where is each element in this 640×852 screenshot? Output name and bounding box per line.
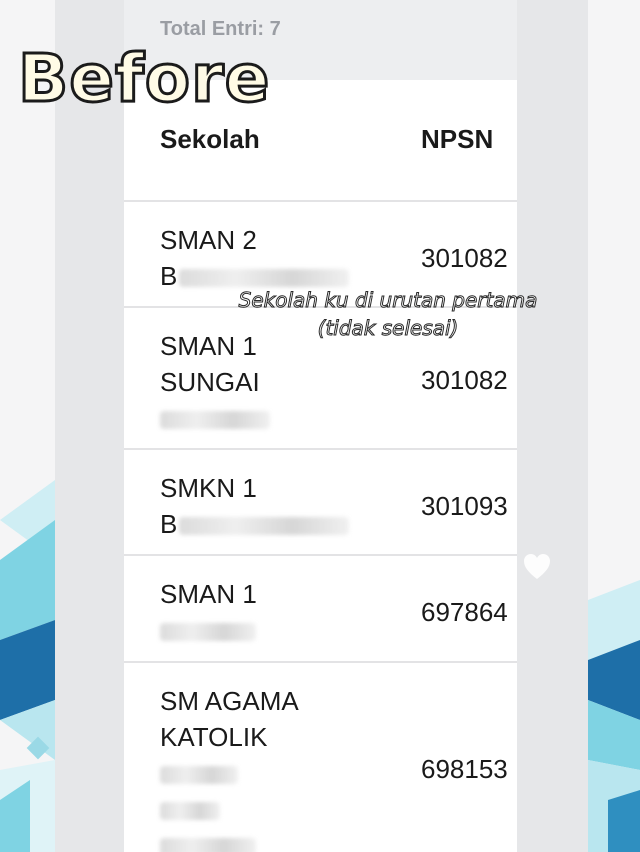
npsn-cell: 698153 xyxy=(421,754,508,784)
total-entries-label: Total Entri: 7 xyxy=(160,18,281,40)
npsn-cell: 301093 xyxy=(421,491,508,521)
before-sticker-title: Before xyxy=(16,39,271,119)
table-row[interactable]: SM AGAMA KATOLIK 698153 xyxy=(124,663,517,852)
school-name-line: SMAN 1 xyxy=(160,579,257,609)
school-name-line xyxy=(160,791,299,827)
caption-line: (tidak selesai) xyxy=(317,316,459,341)
school-name-line: B xyxy=(160,506,350,542)
redacted-text xyxy=(179,269,350,288)
redacted-text xyxy=(160,766,238,785)
redacted-text xyxy=(160,838,256,852)
school-name-line xyxy=(160,755,299,791)
school-name-cell: SMAN 1 xyxy=(160,576,257,648)
school-name-text: B xyxy=(160,261,178,291)
npsn-cell: 301082 xyxy=(421,365,508,395)
redacted-text xyxy=(160,411,270,430)
school-name-line xyxy=(160,400,270,436)
school-name-line: SM AGAMA xyxy=(160,686,299,716)
school-name-line xyxy=(160,612,257,648)
geometric-pattern-right xyxy=(588,580,640,852)
school-name-cell: SMKN 1 B xyxy=(160,470,350,542)
redacted-text xyxy=(160,623,256,642)
right-decor-strip xyxy=(588,0,640,852)
school-name-text: B xyxy=(160,509,178,539)
geometric-pattern-left xyxy=(0,480,55,852)
school-name-line: SMKN 1 xyxy=(160,473,257,503)
school-name-cell: SMAN 1 SUNGAI xyxy=(160,328,270,436)
school-name-line xyxy=(160,827,299,852)
redacted-text xyxy=(160,802,220,821)
school-name-line: KATOLIK xyxy=(160,722,268,752)
school-name-line: SUNGAI xyxy=(160,367,260,397)
schools-table: Sekolah NPSN SMAN 2 B 301082 SMAN 1 SUNG… xyxy=(124,80,517,852)
school-name-line: SMAN 2 xyxy=(160,225,257,255)
left-decor-strip xyxy=(0,0,55,852)
npsn-cell: 301082 xyxy=(421,243,508,273)
column-header-school[interactable]: Sekolah xyxy=(160,124,260,155)
npsn-cell: 697864 xyxy=(421,597,508,627)
school-name-cell: SM AGAMA KATOLIK xyxy=(160,683,299,852)
redacted-text xyxy=(179,517,350,536)
table-row[interactable]: SMKN 1 B 301093 xyxy=(124,450,517,556)
caption-line: Sekolah ku di urutan pertama xyxy=(238,288,538,313)
column-header-npsn[interactable]: NPSN xyxy=(421,124,493,155)
school-name-cell: SMAN 2 B xyxy=(160,222,350,294)
table-row[interactable]: SMAN 1 697864 xyxy=(124,556,517,663)
heart-icon xyxy=(524,554,550,579)
overlay-caption: Sekolah ku di urutan pertama (tidak sele… xyxy=(208,286,568,342)
